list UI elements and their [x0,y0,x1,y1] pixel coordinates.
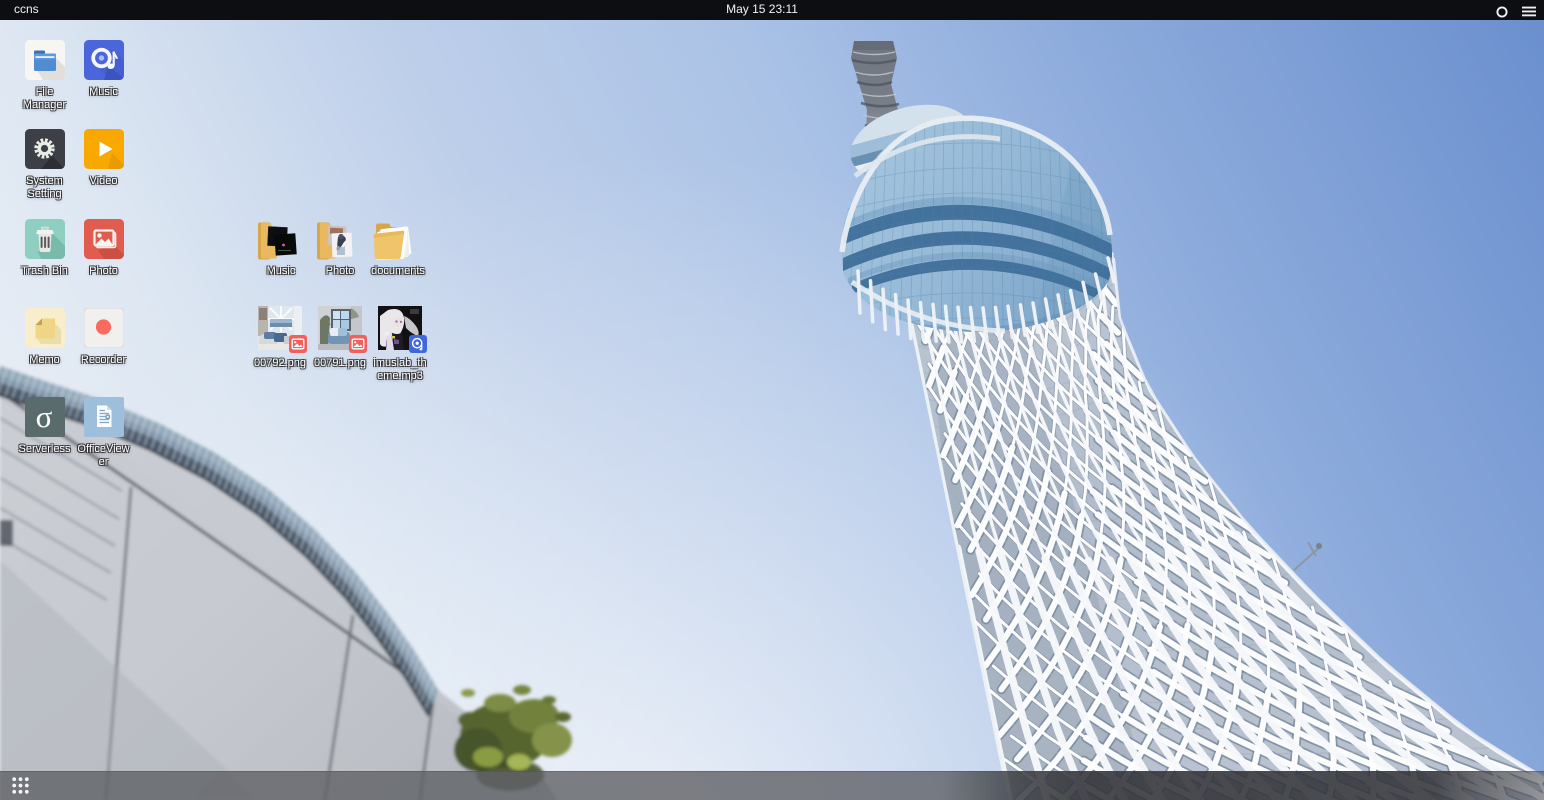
svg-text:σ: σ [35,399,52,434]
